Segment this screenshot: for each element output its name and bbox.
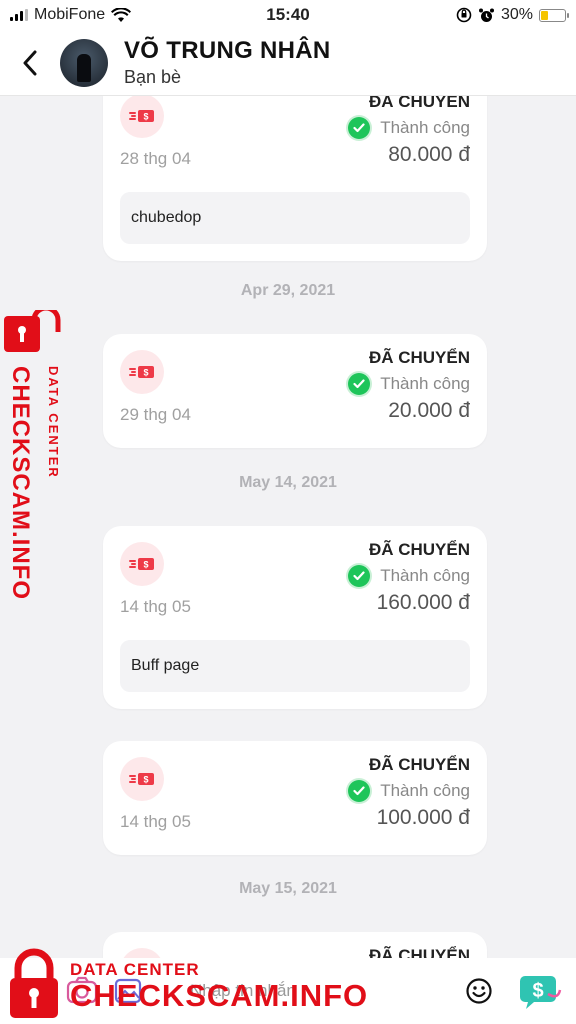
transaction-date: 28 thg 04 <box>120 149 191 168</box>
signal-icon <box>10 9 28 21</box>
status-label: Thành công <box>380 374 470 393</box>
svg-text:$: $ <box>143 775 148 785</box>
status-label: Thành công <box>380 781 470 800</box>
transaction-status: Thành công <box>348 565 470 587</box>
money-sent-icon: $ <box>120 350 164 394</box>
transaction-amount: 80.000 đ <box>388 143 470 166</box>
transaction-card[interactable]: $ 28 thg 04 ĐÃ CHUYỂN Thành công 80.000 … <box>103 96 487 261</box>
orientation-lock-icon <box>456 7 472 23</box>
transaction-amount: 160.000 đ <box>376 591 470 614</box>
back-button[interactable] <box>0 30 60 96</box>
transaction-note: Buff page <box>120 640 470 692</box>
transaction-date: 29 thg 04 <box>120 405 191 424</box>
carrier-label: MobiFone <box>34 6 106 23</box>
battery-level <box>541 10 548 20</box>
contact-relation: Bạn bè <box>124 67 182 87</box>
svg-text:$: $ <box>143 112 148 122</box>
money-sent-icon: $ <box>120 96 164 138</box>
wifi-icon <box>111 7 132 22</box>
svg-text:$: $ <box>532 980 543 1002</box>
transaction-type: ĐÃ CHUYỂN <box>368 348 470 367</box>
alarm-icon <box>478 8 494 22</box>
transaction-type: ĐÃ CHUYỂN <box>368 755 470 774</box>
camera-icon[interactable] <box>66 976 98 1004</box>
svg-text:$: $ <box>143 368 148 378</box>
transaction-card[interactable]: $ 14 thg 05 ĐÃ CHUYỂN Thành công 100.000… <box>103 741 487 855</box>
transaction-card[interactable]: $ 14 thg 05 ĐÃ CHUYỂN Thành công 160.000… <box>103 526 487 709</box>
message-input-bar: $ <box>0 958 576 1024</box>
transaction-type: ĐÃ CHUYỂN <box>368 96 470 111</box>
check-circle-icon <box>348 373 371 395</box>
transaction-amount: 20.000 đ <box>388 399 470 422</box>
transaction-amount: 100.000 đ <box>376 806 470 829</box>
contact-name: VÕ TRUNG NHÂN <box>124 37 331 64</box>
transaction-date: 14 thg 05 <box>120 812 191 831</box>
avatar-figure <box>77 53 91 82</box>
battery-icon <box>539 8 569 22</box>
image-icon[interactable] <box>114 978 142 1004</box>
date-separator: Apr 29, 2021 <box>240 282 336 299</box>
money-sent-icon: $ <box>120 757 164 801</box>
transaction-card[interactable]: $ 29 thg 04 ĐÃ CHUYỂN Thành công 20.000 … <box>103 334 487 448</box>
transaction-status: Thành công <box>348 780 470 802</box>
money-sent-icon: $ <box>120 542 164 586</box>
check-circle-icon <box>348 565 371 587</box>
contact-info[interactable]: VÕ TRUNG NHÂN Bạn bè <box>124 37 331 88</box>
status-label: Thành công <box>380 118 470 137</box>
emoji-icon[interactable] <box>465 977 493 1005</box>
transaction-card[interactable]: $ ĐÃ CHUYỂN <box>103 932 487 958</box>
battery-percent: 30% <box>500 6 533 23</box>
money-sent-icon: $ <box>120 948 164 958</box>
chat-header: VÕ TRUNG NHÂN Bạn bè <box>0 30 576 96</box>
chevron-left-icon <box>23 50 37 75</box>
transaction-type: ĐÃ CHUYỂN <box>368 540 470 559</box>
chat-history[interactable]: $ 28 thg 04 ĐÃ CHUYỂN Thành công 80.000 … <box>0 96 576 958</box>
check-circle-icon <box>348 780 371 802</box>
check-circle-icon <box>348 117 371 139</box>
transaction-status: Thành công <box>348 117 470 139</box>
date-separator: May 15, 2021 <box>239 880 337 897</box>
message-input[interactable] <box>190 974 430 1008</box>
svg-text:$: $ <box>143 560 148 570</box>
avatar[interactable] <box>60 38 108 87</box>
money-transfer-icon[interactable]: $ <box>518 972 562 1010</box>
status-bar: MobiFone 15:40 30% <box>0 0 576 30</box>
transaction-type: ĐÃ CHUYỂN <box>368 946 470 958</box>
date-separator: May 14, 2021 <box>239 474 337 491</box>
status-label: Thành công <box>380 566 470 585</box>
transaction-status: Thành công <box>348 373 470 395</box>
transaction-note: chubedop <box>120 192 470 244</box>
transaction-date: 14 thg 05 <box>120 597 191 616</box>
